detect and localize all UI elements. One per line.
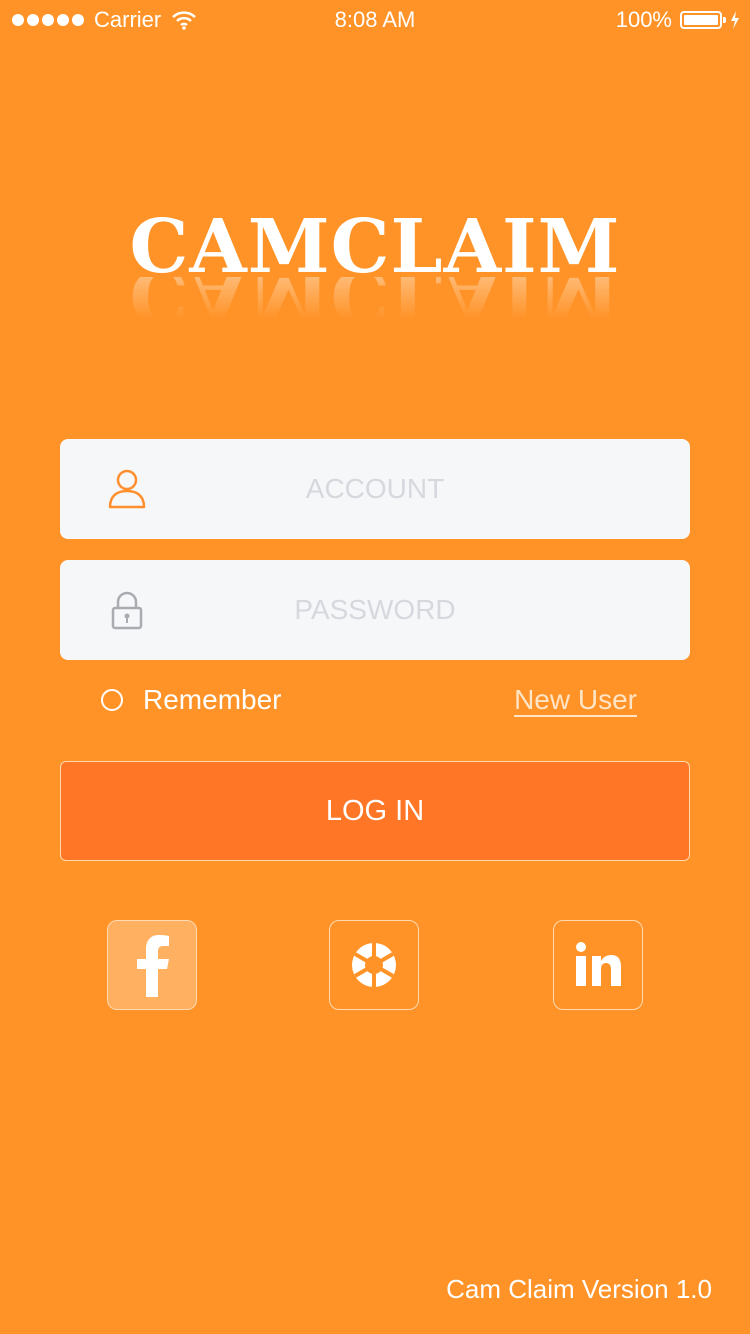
account-field[interactable] [60,439,690,539]
logo-reflection: CAMCLAIM [129,277,621,337]
password-input[interactable] [60,560,690,660]
new-user-link[interactable]: New User [514,684,637,716]
remember-radio[interactable] [101,689,123,711]
facebook-button[interactable] [107,920,197,1010]
charging-icon [731,11,739,29]
logo: CAMCLAIM CAMCLAIM [0,205,750,337]
remember-label: Remember [143,684,282,715]
shutter-icon [352,943,396,987]
facebook-icon [137,935,169,997]
status-bar: Carrier 8:08 AM 100% [0,0,750,40]
shutter-button[interactable] [329,920,419,1010]
status-right: 100% [616,7,740,33]
remember-toggle[interactable]: Remember [101,684,281,716]
login-button[interactable]: LOG IN [60,761,690,861]
linkedin-icon [576,942,621,986]
account-input[interactable] [60,439,690,539]
password-field[interactable] [60,560,690,660]
battery-icon [680,11,726,29]
linkedin-button[interactable] [553,920,643,1010]
battery-percent: 100% [615,7,672,32]
version-label: Cam Claim Version 1.0 [446,1274,712,1304]
